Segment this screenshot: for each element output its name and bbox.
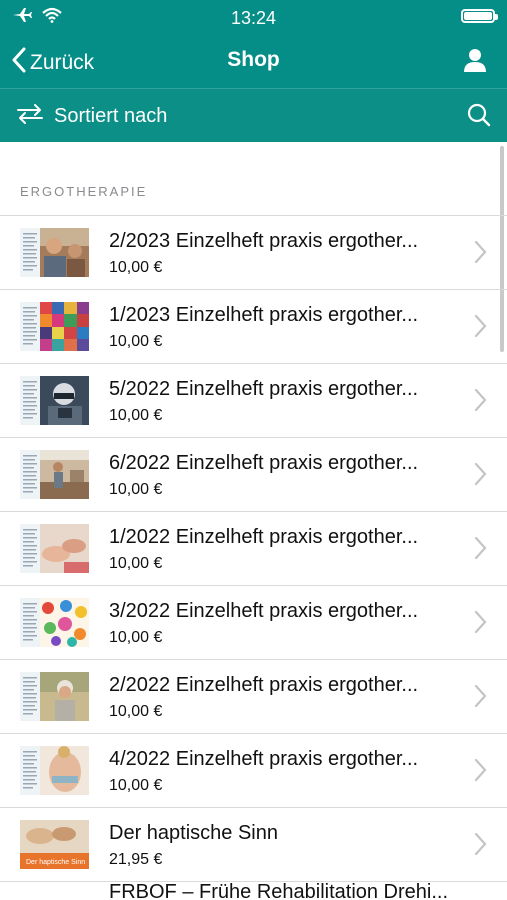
product-price: 10,00 € — [109, 777, 163, 794]
status-bar: 13:24 — [0, 0, 507, 34]
partial-list-item-title[interactable]: FRBOF – Frühe Rehabilitation Drehi... — [109, 881, 448, 900]
chevron-right-icon — [474, 240, 487, 269]
chevron-right-icon — [474, 388, 487, 417]
product-price: 10,00 € — [109, 629, 163, 646]
chevron-left-icon — [12, 47, 26, 78]
product-title: 1/2023 Einzelheft praxis ergother... — [109, 304, 419, 326]
list-item[interactable]: 2/2022 Einzelheft praxis ergother... 10,… — [0, 660, 507, 734]
product-price: 10,00 € — [109, 407, 163, 424]
nav-bar: Zurück Shop — [0, 34, 507, 88]
list-item[interactable]: Der haptische Sinn Der haptische Sinn 21… — [0, 808, 507, 882]
list-item[interactable]: 6/2022 Einzelheft praxis ergother... 10,… — [0, 438, 507, 512]
product-list: 2/2023 Einzelheft praxis ergother... 10,… — [0, 215, 507, 882]
list-item[interactable]: 1/2023 Einzelheft praxis ergother... 10,… — [0, 290, 507, 364]
list-item[interactable]: 5/2022 Einzelheft praxis ergother... 10,… — [0, 364, 507, 438]
product-thumbnail — [20, 302, 89, 351]
product-thumbnail — [20, 524, 89, 573]
chevron-right-icon — [474, 684, 487, 713]
back-button[interactable]: Zurück — [12, 47, 94, 78]
product-title: 5/2022 Einzelheft praxis ergother... — [109, 378, 419, 400]
swap-arrows-icon — [16, 103, 44, 130]
product-price: 10,00 € — [109, 259, 163, 276]
list-item[interactable]: 1/2022 Einzelheft praxis ergother... 10,… — [0, 512, 507, 586]
chevron-right-icon — [474, 536, 487, 565]
product-title: 6/2022 Einzelheft praxis ergother... — [109, 452, 419, 474]
status-time: 13:24 — [230, 8, 277, 28]
chevron-right-icon — [474, 462, 487, 491]
back-button-label: Zurück — [30, 50, 95, 74]
product-title: Der haptische Sinn — [109, 822, 278, 844]
battery-icon — [461, 9, 498, 23]
product-title: 4/2022 Einzelheft praxis ergother... — [109, 748, 419, 770]
product-thumbnail — [20, 450, 89, 499]
product-title: 1/2022 Einzelheft praxis ergother... — [109, 526, 419, 548]
list-item[interactable]: 2/2023 Einzelheft praxis ergother... 10,… — [0, 216, 507, 290]
content-area: ERGOTHERAPIE 2/2023 Einzelheft praxis er… — [0, 142, 507, 900]
user-icon — [463, 49, 487, 76]
section-header: ERGOTHERAPIE — [20, 184, 148, 199]
chevron-right-icon — [474, 758, 487, 787]
chevron-right-icon — [474, 314, 487, 343]
product-thumbnail — [20, 598, 89, 647]
product-thumbnail — [20, 376, 89, 425]
profile-button[interactable] — [463, 48, 487, 77]
product-price: 10,00 € — [109, 481, 163, 498]
product-title: 3/2022 Einzelheft praxis ergother... — [109, 600, 419, 622]
chevron-right-icon — [474, 610, 487, 639]
product-thumbnail — [20, 746, 89, 795]
sort-bar: Sortiert nach — [0, 88, 507, 143]
product-price: 10,00 € — [109, 333, 163, 350]
product-title: 2/2022 Einzelheft praxis ergother... — [109, 674, 419, 696]
product-thumbnail — [20, 228, 89, 277]
list-item[interactable]: 4/2022 Einzelheft praxis ergother... 10,… — [0, 734, 507, 808]
product-thumbnail: Der haptische Sinn — [20, 820, 89, 869]
product-price: 21,95 € — [109, 851, 163, 868]
sort-button[interactable]: Sortiert nach — [16, 103, 167, 130]
product-price: 10,00 € — [109, 555, 163, 572]
product-title: 2/2023 Einzelheft praxis ergother... — [109, 230, 419, 252]
product-thumbnail — [20, 672, 89, 721]
list-item[interactable]: 3/2022 Einzelheft praxis ergother... 10,… — [0, 586, 507, 660]
product-price: 10,00 € — [109, 703, 163, 720]
search-icon — [467, 103, 491, 131]
chevron-right-icon — [474, 832, 487, 861]
search-button[interactable] — [467, 103, 491, 132]
book-cover-text: Der haptische Sinn — [26, 859, 85, 866]
sort-button-label: Sortiert nach — [54, 105, 168, 127]
